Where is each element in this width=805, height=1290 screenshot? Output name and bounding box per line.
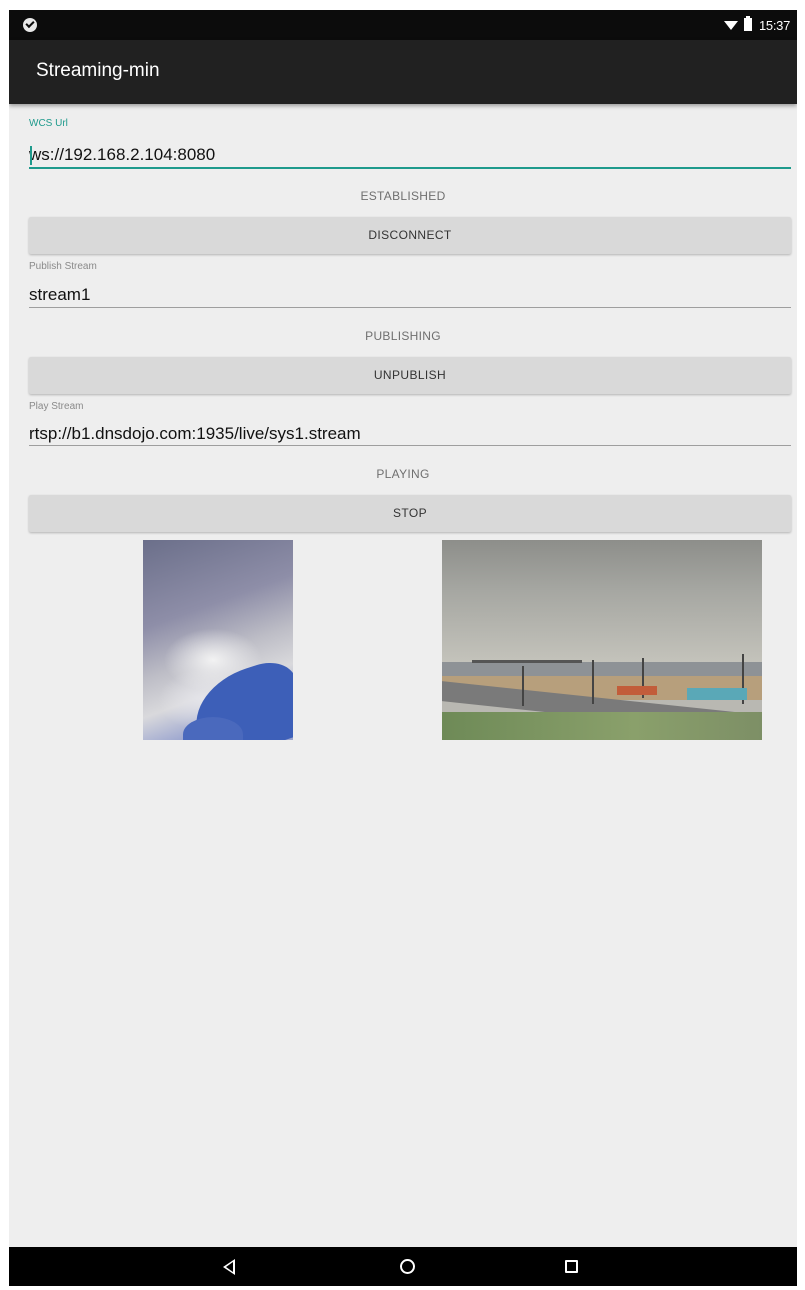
remote-video-pole	[592, 660, 594, 704]
publish-stream-label: Publish Stream	[29, 261, 97, 272]
app-title: Streaming-min	[36, 60, 160, 81]
wifi-icon	[724, 21, 738, 30]
remote-video-grass	[442, 712, 762, 740]
home-icon[interactable]	[400, 1259, 415, 1274]
back-icon[interactable]	[223, 1259, 235, 1275]
play-stream-label: Play Stream	[29, 401, 84, 412]
status-bar: 15:37	[9, 10, 797, 40]
device-screen: 15:37 Streaming-min WCS Url ESTABLISHED …	[9, 10, 797, 1286]
publish-stream-input[interactable]	[29, 280, 791, 310]
remote-video-pole	[522, 666, 524, 706]
remote-video-stand	[617, 686, 657, 695]
notification-icon	[23, 18, 37, 32]
status-time: 15:37	[759, 18, 791, 33]
local-video-view	[143, 540, 293, 740]
wcs-url-underline	[29, 167, 791, 169]
remote-video-view	[442, 540, 762, 740]
remote-video-sky	[442, 540, 762, 668]
play-stream-underline	[29, 445, 791, 446]
unpublish-button[interactable]: UNPUBLISH	[29, 357, 791, 394]
remote-video-building	[687, 688, 747, 700]
connection-status: ESTABLISHED	[360, 189, 446, 203]
publish-stream-underline	[29, 307, 791, 308]
navigation-bar	[9, 1247, 797, 1286]
disconnect-button[interactable]: DISCONNECT	[29, 217, 791, 254]
play-status: PLAYING	[376, 467, 430, 481]
battery-icon	[744, 16, 752, 31]
stop-button[interactable]: STOP	[29, 495, 791, 532]
wcs-url-label: WCS Url	[29, 118, 68, 129]
text-cursor	[30, 146, 32, 165]
publish-status: PUBLISHING	[365, 329, 441, 343]
recents-icon[interactable]	[565, 1260, 578, 1273]
wcs-url-input[interactable]	[29, 140, 791, 170]
remote-video-pier	[472, 660, 582, 663]
app-bar: Streaming-min	[9, 40, 797, 104]
